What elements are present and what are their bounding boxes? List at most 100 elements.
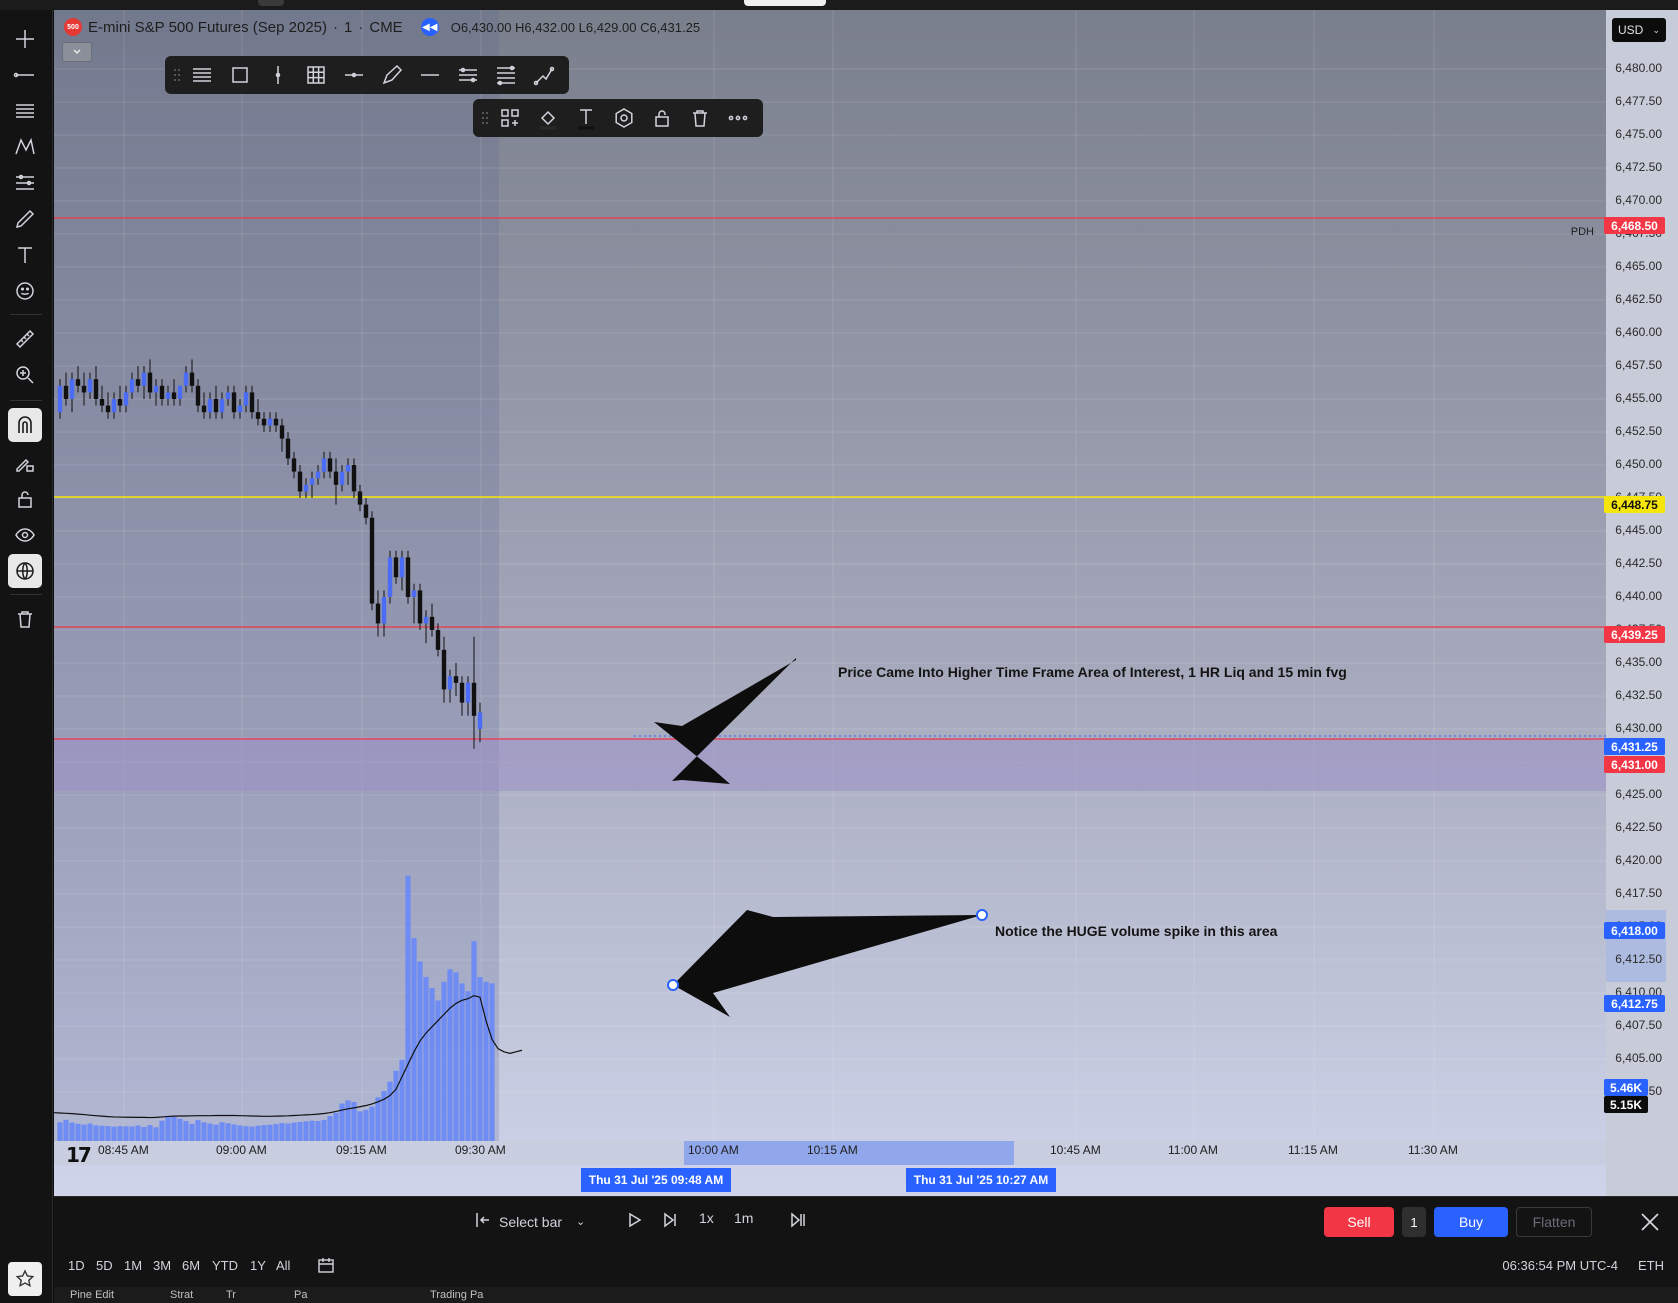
line-tool[interactable] [411, 59, 449, 91]
currency-select[interactable]: USD ⌄ [1612, 18, 1666, 42]
fill-color-tool[interactable] [529, 102, 567, 134]
tradingview-logo[interactable]: 17 [66, 1143, 92, 1167]
drawing-toolbar-secondary [473, 99, 763, 137]
more-tool[interactable] [719, 102, 757, 134]
lock-drawing-icon[interactable] [8, 446, 42, 480]
parallel-channel-tool[interactable] [449, 59, 487, 91]
lock-icon[interactable] [8, 482, 42, 516]
symbol-header[interactable]: 500 E-mini S&P 500 Futures (Sep 2025) · … [64, 18, 700, 36]
text-icon[interactable] [8, 238, 42, 272]
arrow-2-handle-start[interactable] [667, 979, 679, 991]
candle-down [273, 418, 279, 426]
forecast-icon[interactable] [8, 166, 42, 200]
magnet-icon[interactable] [8, 408, 42, 442]
tab-pine-editor[interactable]: Pine Edit [70, 1289, 114, 1301]
select-bar-button[interactable]: Select bar ⌄ [473, 1210, 585, 1233]
trash-icon[interactable] [8, 602, 42, 636]
candle-down [213, 399, 219, 413]
emoji-icon[interactable] [8, 274, 42, 308]
horizontal-lines-tool[interactable] [183, 59, 221, 91]
path-tool[interactable] [525, 59, 563, 91]
buy-button[interactable]: Buy [1434, 1207, 1508, 1237]
time-chip-2: Thu 31 Jul '25 10:27 AM [906, 1168, 1056, 1192]
text-color-tool[interactable] [567, 102, 605, 134]
volume-bar [117, 1126, 123, 1141]
grid-tool[interactable] [297, 59, 335, 91]
template-tool[interactable] [491, 102, 529, 134]
arrow-2-handle-end[interactable] [976, 909, 988, 921]
eye-icon[interactable] [8, 518, 42, 552]
range-all[interactable]: All [276, 1258, 290, 1273]
brush-icon[interactable] [8, 202, 42, 236]
globe-icon[interactable] [8, 554, 42, 588]
vertical-line-tool[interactable] [259, 59, 297, 91]
tab-pa[interactable]: Pa [294, 1289, 307, 1301]
ruler-icon[interactable] [8, 322, 42, 356]
watchlist-star-button[interactable] [8, 1262, 42, 1296]
text-icon [578, 109, 594, 130]
browser-tab-active[interactable] [744, 0, 826, 6]
pattern-icon[interactable] [8, 130, 42, 164]
play-button[interactable] [624, 1210, 644, 1233]
tab-strategy[interactable]: Strat [170, 1289, 193, 1301]
candle-up [309, 478, 315, 485]
delete-tool[interactable] [681, 102, 719, 134]
price-tick: 6,407.50 [1615, 1018, 1662, 1032]
browser-tab[interactable] [258, 0, 284, 6]
symbol-sep-2: · [358, 18, 364, 36]
range-1m[interactable]: 1M [124, 1258, 142, 1273]
drag-handle-icon[interactable] [479, 106, 491, 130]
range-1y[interactable]: 1Y [250, 1258, 266, 1273]
quantity-field[interactable]: 1 [1402, 1207, 1426, 1237]
range-6m[interactable]: 6M [182, 1258, 200, 1273]
price-chart[interactable] [54, 10, 1678, 1196]
price-tick: 6,475.00 [1615, 127, 1662, 141]
collapse-legend-button[interactable] [62, 42, 92, 62]
crosshair-icon[interactable] [8, 22, 42, 56]
time-tick: 11:30 AM [1408, 1143, 1458, 1157]
replay-rewind-icon[interactable]: ◀◀ [420, 18, 439, 36]
pen-tool[interactable] [373, 59, 411, 91]
settings-tool[interactable] [605, 102, 643, 134]
replay-interval-button[interactable]: 1m [734, 1210, 753, 1226]
play-icon [624, 1210, 644, 1233]
trend-line-icon[interactable] [8, 58, 42, 92]
symbol-name[interactable]: E-mini S&P 500 Futures (Sep 2025) [88, 19, 327, 36]
volume-bar [135, 1125, 141, 1141]
step-forward-button[interactable] [660, 1210, 680, 1233]
chart-area[interactable]: 500 E-mini S&P 500 Futures (Sep 2025) · … [54, 10, 1678, 1196]
lock-tool[interactable] [643, 102, 681, 134]
candle-down [105, 405, 111, 413]
speed-button[interactable]: 1x [699, 1210, 714, 1226]
price-tick: 6,472.50 [1615, 160, 1662, 174]
symbol-interval[interactable]: 1 [344, 19, 352, 36]
candle-up [183, 372, 189, 386]
candle-down [363, 504, 369, 518]
rectangle-tool[interactable] [221, 59, 259, 91]
tab-tr[interactable]: Tr [226, 1289, 236, 1301]
jump-to-realtime-button[interactable] [789, 1210, 809, 1233]
range-1d[interactable]: 1D [68, 1258, 85, 1273]
price-label-current: 6,431.25 [1604, 738, 1665, 755]
candle-down [171, 392, 177, 399]
session-toggle[interactable]: ETH [1638, 1258, 1664, 1273]
close-replay-button[interactable] [1637, 1209, 1663, 1235]
volume-bar [129, 1126, 135, 1141]
range-5d[interactable]: 5D [96, 1258, 113, 1273]
zoom-in-icon[interactable] [8, 358, 42, 392]
sell-button[interactable]: Sell [1324, 1207, 1394, 1237]
range-ytd[interactable]: YTD [212, 1258, 238, 1273]
tab-trading-panel[interactable]: Trading Pa [430, 1289, 483, 1301]
fib-channel-tool[interactable] [487, 59, 525, 91]
price-tick: 6,470.00 [1615, 193, 1662, 207]
fib-icon[interactable] [8, 94, 42, 128]
drag-handle-icon[interactable] [171, 63, 183, 87]
date-range-button[interactable] [316, 1255, 336, 1278]
volume-bar [297, 1121, 303, 1141]
range-3m[interactable]: 3M [153, 1258, 171, 1273]
annotation-1[interactable]: Price Came Into Higher Time Frame Area o… [838, 664, 1347, 680]
clock-timezone[interactable]: 06:36:54 PM UTC-4 [1502, 1258, 1618, 1273]
annotation-2[interactable]: Notice the HUGE volume spike in this are… [995, 923, 1277, 939]
flatten-button[interactable]: Flatten [1516, 1207, 1592, 1237]
horizontal-ray-tool[interactable] [335, 59, 373, 91]
